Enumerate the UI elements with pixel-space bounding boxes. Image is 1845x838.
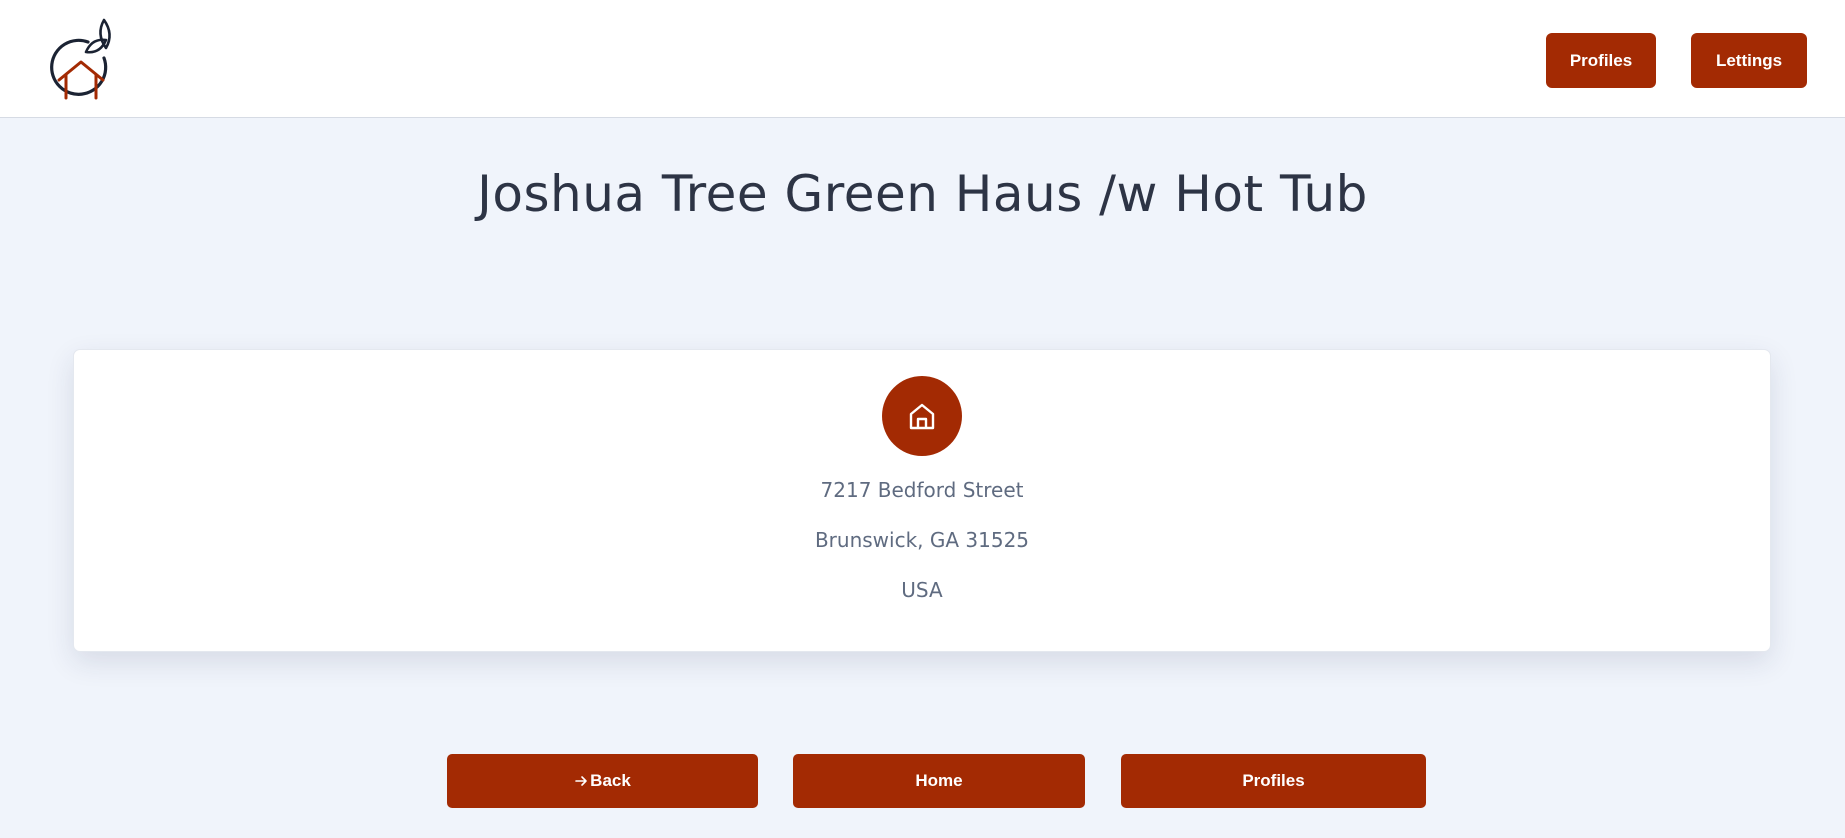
address-card: 7217 Bedford Street Brunswick, GA 31525 … (73, 349, 1771, 652)
address-city-line: Brunswick, GA 31525 (814, 528, 1030, 552)
profiles-button[interactable]: Profiles (1121, 754, 1426, 808)
address-country: USA (901, 578, 943, 602)
home-icon-badge (882, 376, 962, 456)
arrow-right-icon (574, 774, 588, 788)
top-navbar: Profiles Lettings (0, 0, 1845, 118)
home-icon (909, 403, 935, 430)
home-button[interactable]: Home (793, 754, 1085, 808)
nav-lettings-button[interactable]: Lettings (1691, 33, 1807, 88)
back-button-label: Back (590, 771, 631, 790)
nav-profiles-button[interactable]: Profiles (1546, 33, 1656, 88)
house-with-leaves-logo-icon (50, 18, 111, 100)
page-title: Joshua Tree Green Haus /w Hot Tub (477, 165, 1368, 223)
address-street: 7217 Bedford Street (820, 478, 1024, 502)
site-logo[interactable] (48, 18, 116, 104)
back-button[interactable]: Back (447, 754, 758, 808)
